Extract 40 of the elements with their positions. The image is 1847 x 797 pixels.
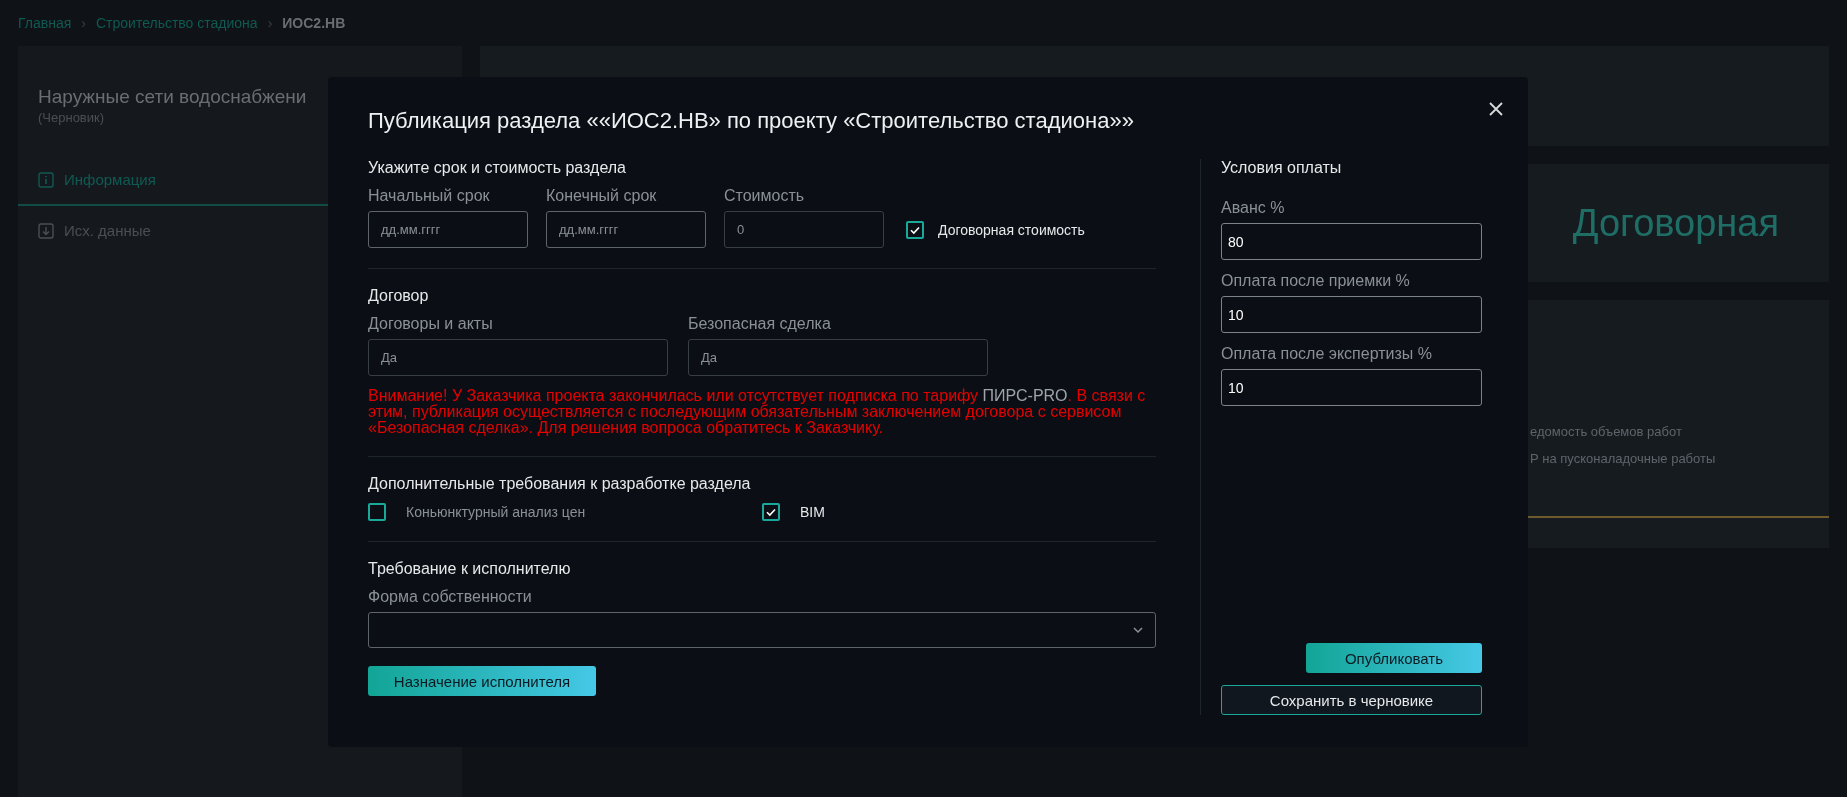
section-heading: Договор: [368, 287, 430, 305]
publish-button[interactable]: Опубликовать: [1306, 643, 1482, 673]
field-label: Договоры и акты: [368, 315, 494, 333]
field-label: Безопасная сделка: [688, 315, 832, 333]
field-label: Стоимость: [724, 187, 806, 205]
warning-text: Внимание! У Заказчика проекта закончилась или отсутствует подписка по тарифу ПИРС-PRO. В связи с этим, публикация осуществляется с последующим обязательным заключением договора с сервисом «Безопасная сделка». Для решения вопроса обратитесь к Заказчику.: [368, 388, 1147, 436]
input-field[interactable]: 80: [1221, 223, 1482, 260]
download-icon: [38, 222, 54, 239]
price-text: Договорная: [1572, 201, 1779, 245]
section-title: Наружные сети водоснабжени: [38, 86, 307, 108]
assign-button[interactable]: Назначение исполнителя: [368, 666, 596, 696]
input-field[interactable]: 10: [1221, 369, 1482, 406]
breadcrumb-separator: ›: [81, 15, 86, 31]
checkbox[interactable]: [762, 503, 780, 521]
dropdown-field[interactable]: [368, 612, 1156, 648]
input-field[interactable]: дд.мм.гггг: [546, 211, 706, 248]
section-heading: Дополнительные требования к разработке раздела: [368, 475, 752, 493]
field-label: Форма собственности: [368, 588, 533, 606]
check-icon: [765, 506, 777, 518]
dialog-title: Публикация раздела ««ИОС2.НВ» по проекту «Строительство стадиона»»: [368, 107, 1135, 135]
breadcrumb-separator: ›: [267, 15, 273, 31]
checkbox[interactable]: [368, 503, 386, 521]
field-label: Оплата после приемки %: [1221, 272, 1411, 290]
checkbox-label: Коньюнктурный анализ цен: [406, 504, 586, 520]
document-item: Р на пусконаладочные работы: [1530, 451, 1717, 466]
checkbox-label: Договорная стоимость: [938, 221, 1085, 238]
close-icon: [1488, 101, 1504, 117]
input-field[interactable]: 10: [1221, 296, 1482, 333]
field-label: Аванс %: [1221, 199, 1286, 217]
breadcrumb-link[interactable]: ИОС2.НВ: [282, 15, 346, 31]
document-item: едомость объемов работ: [1530, 424, 1683, 439]
section-heading: Требование к исполнителю: [368, 560, 572, 578]
save-draft-button[interactable]: Сохранить в черновике: [1221, 685, 1482, 715]
checkbox-label: BIM: [800, 504, 825, 520]
checkbox[interactable]: [906, 220, 924, 239]
input-field[interactable]: дд.мм.гггг: [368, 211, 528, 248]
field-label: Конечный срок: [546, 187, 658, 205]
field-label: Оплата после экспертизы %: [1221, 345, 1433, 363]
section-heading: Условия оплаты: [1221, 159, 1343, 177]
info-icon: [38, 171, 54, 188]
